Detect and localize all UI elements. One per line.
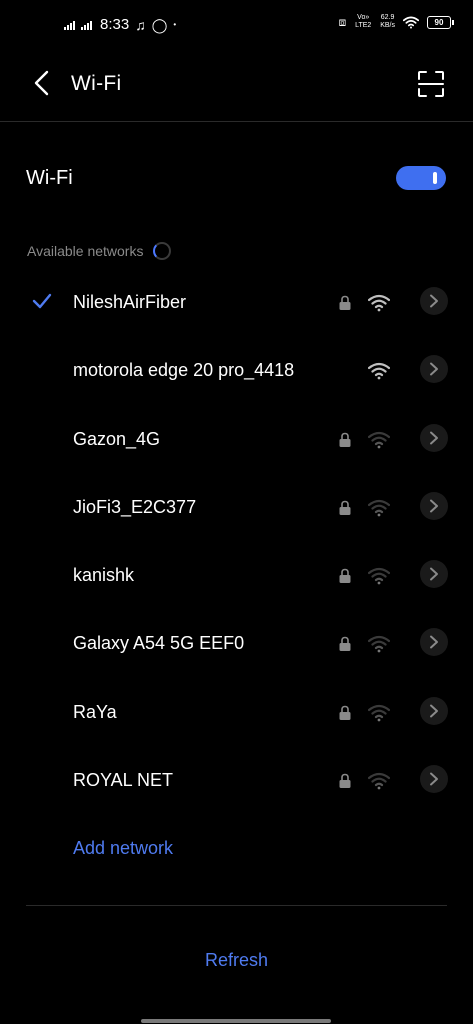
- wifi-status-icon: [403, 16, 419, 29]
- network-details-button[interactable]: [420, 287, 448, 315]
- chevron-right-icon: [430, 704, 438, 718]
- network-name: motorola edge 20 pro_4418: [73, 360, 295, 381]
- wifi-toggle-label: Wi-Fi: [26, 167, 73, 189]
- network-details-button[interactable]: [420, 423, 448, 452]
- chevron-right-icon: [430, 499, 438, 513]
- wifi-signal-icon: [368, 636, 390, 653]
- music-icon: ♫: [135, 16, 146, 33]
- toggle-knob: [433, 172, 437, 184]
- lock-icon: [339, 705, 351, 720]
- network-name: Gazon_4G: [73, 428, 161, 449]
- wifi-signal-icon: [368, 294, 390, 312]
- lock-icon: [339, 295, 351, 310]
- available-networks-header: Available networks: [27, 242, 172, 260]
- status-bar: 8:33 ♫ ◯ • ⧈ Vo» LTE2 62.9 KB/s 90: [0, 0, 473, 50]
- network-row[interactable]: RaYa: [0, 680, 473, 748]
- back-arrow-icon[interactable]: [30, 68, 54, 98]
- scan-qr-icon[interactable]: [417, 70, 445, 98]
- home-indicator[interactable]: [141, 1019, 331, 1023]
- signal-2-icon: [81, 20, 92, 30]
- network-name: kanishk: [73, 565, 135, 586]
- network-details-button[interactable]: [420, 355, 448, 384]
- chevron-right-icon: [430, 772, 438, 786]
- chevron-right-icon: [430, 567, 438, 581]
- wifi-signal-icon: [368, 772, 390, 790]
- page-title: Wi-Fi: [71, 72, 122, 95]
- wifi-signal-icon: [368, 499, 390, 517]
- available-networks-label: Available networks: [27, 243, 144, 259]
- chevron-right-icon: [430, 294, 438, 308]
- whatsapp-icon: ◯: [151, 16, 168, 33]
- chevron-right-icon: [430, 635, 438, 649]
- network-row[interactable]: motorola edge 20 pro_4418: [0, 338, 473, 406]
- clock: 8:33: [100, 16, 130, 33]
- network-details-button[interactable]: [420, 560, 448, 589]
- status-left: 8:33 ♫ ◯ •: [64, 16, 176, 33]
- vibrate-icon: ⧈: [338, 15, 347, 29]
- lock-icon: [339, 773, 351, 789]
- wifi-signal-icon: [368, 431, 390, 448]
- network-name: NileshAirFiber: [73, 292, 187, 312]
- wifi-toggle-switch[interactable]: [396, 166, 446, 190]
- network-speed-unit: KB/s: [380, 22, 395, 29]
- network-row[interactable]: JioFi3_E2C377: [0, 475, 473, 543]
- signal-1-icon: [64, 20, 75, 30]
- network-row[interactable]: ROYAL NET: [0, 748, 473, 816]
- network-row[interactable]: NileshAirFiber: [0, 270, 473, 338]
- add-network-button[interactable]: Add network: [73, 838, 173, 859]
- network-name: Galaxy A54 5G EEF0: [73, 633, 245, 654]
- network-row[interactable]: kanishk: [0, 543, 473, 611]
- network-details-button[interactable]: [420, 628, 448, 657]
- bottom-divider: [26, 905, 447, 906]
- battery-icon: 90: [427, 15, 454, 29]
- network-name: JioFi3_E2C377: [73, 496, 197, 517]
- lock-icon: [339, 568, 351, 584]
- network-details-button[interactable]: [420, 765, 448, 794]
- network-list: NileshAirFiber motorola edge 20 pro_4418 G…: [0, 270, 473, 816]
- wifi-signal-icon: [368, 568, 390, 585]
- volte-indicator: Vo» LTE2: [355, 14, 372, 29]
- loading-spinner-icon: [153, 242, 172, 260]
- wifi-signal-icon: [368, 363, 390, 380]
- network-name: RaYa: [73, 701, 117, 722]
- lock-icon: [339, 637, 351, 652]
- notification-dot-icon: •: [173, 19, 177, 29]
- network-details-button[interactable]: [420, 696, 448, 725]
- status-right: ⧈ Vo» LTE2 62.9 KB/s 90: [338, 14, 454, 30]
- network-row[interactable]: Galaxy A54 5G EEF0: [0, 611, 473, 679]
- chevron-right-icon: [430, 362, 438, 376]
- network-row[interactable]: Gazon_4G: [0, 407, 473, 475]
- network-speed-value: 62.9: [380, 14, 395, 21]
- wifi-toggle-row[interactable]: Wi-Fi: [0, 150, 473, 206]
- lock-icon: [339, 432, 351, 447]
- wifi-signal-icon: [368, 704, 390, 722]
- chevron-right-icon: [430, 431, 438, 445]
- network-details-button[interactable]: [420, 491, 448, 520]
- network-name: ROYAL NET: [73, 770, 174, 791]
- network-speed: 62.9 KB/s: [380, 14, 395, 30]
- header-divider: [0, 121, 473, 122]
- app-bar: Wi-Fi: [0, 54, 473, 114]
- lock-icon: [339, 500, 351, 515]
- refresh-button[interactable]: Refresh: [0, 950, 473, 971]
- connected-check-icon: [32, 293, 52, 309]
